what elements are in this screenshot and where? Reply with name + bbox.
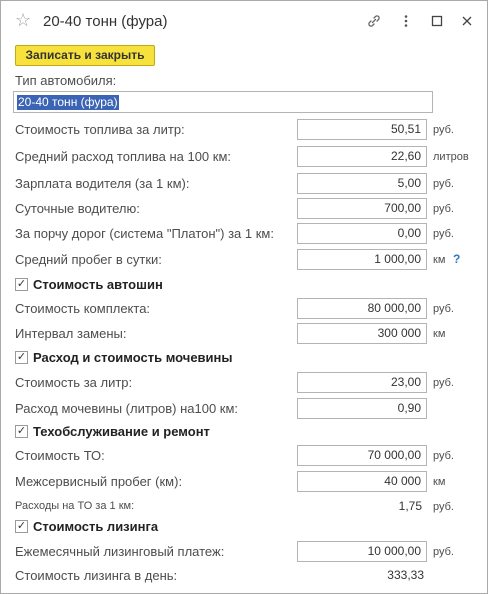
service-cost-label: Стоимость ТО: [15,448,105,463]
service-interval-unit: км [433,476,446,488]
vehicle-type-value: 20-40 тонн (фура) [17,95,119,110]
urea-group-title: Расход и стоимость мочевины [33,349,233,365]
urea-price-input[interactable]: 23,00 [297,372,427,393]
tire-interval-label: Интервал замены: [15,326,127,341]
leasing-monthly-unit: руб. [433,546,454,558]
fuel-price-unit: руб. [433,124,454,136]
tire-kit-cost-label: Стоимость комплекта: [15,301,151,316]
driver-salary-unit: руб. [433,178,454,190]
tire-interval-unit: км [433,328,446,340]
maximize-icon[interactable] [426,10,448,32]
urea-group: ✓ Расход и стоимость мочевины [15,348,232,366]
road-damage-input[interactable]: 0,00 [297,223,427,244]
window-title: 20-40 тонн (фура) [43,13,168,30]
leasing-group-title: Стоимость лизинга [33,518,159,534]
save-and-close-button[interactable]: Записать и закрыть [15,45,155,66]
vehicle-type-label: Тип автомобиля: [15,73,117,88]
form-window: ☆ 20-40 тонн (фура) Записать и закрыть Т… [0,0,488,594]
leasing-monthly-label: Ежемесячный лизинговый платеж: [15,544,225,559]
service-per-km-value: 1,75 [398,499,422,513]
service-cost-unit: руб. [433,450,454,462]
help-icon[interactable]: ? [453,252,460,266]
driver-salary-label: Зарплата водителя (за 1 км): [15,176,190,191]
urea-price-label: Стоимость за литр: [15,375,133,390]
star-icon[interactable]: ☆ [15,10,31,30]
leasing-daily-label: Стоимость лизинга в день: [15,568,178,583]
more-vertical-icon[interactable] [395,10,417,32]
road-damage-unit: руб. [433,228,454,240]
service-interval-label: Межсервисный пробег (км): [15,474,183,489]
service-cost-input[interactable]: 70 000,00 [297,445,427,466]
close-icon[interactable] [456,10,478,32]
service-per-km-label: Расходы на ТО за 1 км: [15,500,135,512]
tires-group: ✓ Стоимость автошин [15,275,163,293]
link-icon[interactable] [363,10,385,32]
driver-daily-unit: руб. [433,203,454,215]
driver-daily-label: Суточные водителю: [15,201,140,216]
driver-daily-input[interactable]: 700,00 [297,198,427,219]
road-damage-label: За порчу дорог (система "Платон") за 1 к… [15,226,274,241]
service-group-title: Техобслуживание и ремонт [33,423,210,439]
leasing-group: ✓ Стоимость лизинга [15,517,158,535]
fuel-consumption-label: Средний расход топлива на 100 км: [15,149,232,164]
leasing-daily-value: 333,33 [387,568,424,582]
service-per-km-unit: руб. [433,501,454,513]
leasing-monthly-input[interactable]: 10 000,00 [297,541,427,562]
service-interval-input[interactable]: 40 000 [297,471,427,492]
urea-consumption-label: Расход мочевины (литров) на100 км: [15,401,239,416]
vehicle-type-input[interactable]: 20-40 тонн (фура) [13,91,433,113]
daily-mileage-input[interactable]: 1 000,00 [297,249,427,270]
urea-checkbox[interactable]: ✓ [15,350,28,364]
tires-group-title: Стоимость автошин [33,276,163,292]
title-bar: ☆ 20-40 тонн (фура) [1,1,487,41]
tires-checkbox[interactable]: ✓ [15,277,28,291]
service-group: ✓ Техобслуживание и ремонт [15,422,210,440]
urea-consumption-input[interactable]: 0,90 [297,398,427,419]
tire-kit-cost-unit: руб. [433,303,454,315]
tire-interval-input[interactable]: 300 000 [297,323,427,344]
service-checkbox[interactable]: ✓ [15,424,28,438]
urea-price-unit: руб. [433,377,454,389]
fuel-consumption-unit: литров [433,151,469,163]
fuel-price-label: Стоимость топлива за литр: [15,122,185,137]
daily-mileage-label: Средний пробег в сутки: [15,252,162,267]
leasing-checkbox[interactable]: ✓ [15,519,28,533]
tire-kit-cost-input[interactable]: 80 000,00 [297,298,427,319]
fuel-price-input[interactable]: 50,51 [297,119,427,140]
driver-salary-input[interactable]: 5,00 [297,173,427,194]
fuel-consumption-input[interactable]: 22,60 [297,146,427,167]
daily-mileage-unit: км [433,254,446,266]
